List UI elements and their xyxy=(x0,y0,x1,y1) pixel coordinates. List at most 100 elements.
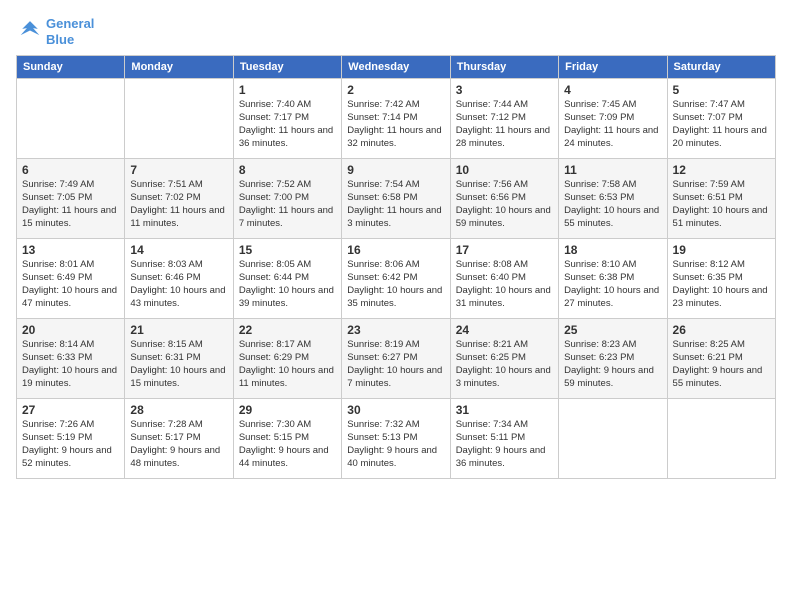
calendar-cell: 21Sunrise: 8:15 AMSunset: 6:31 PMDayligh… xyxy=(125,319,233,399)
day-info: Sunrise: 8:15 AMSunset: 6:31 PMDaylight:… xyxy=(130,339,227,390)
calendar-cell xyxy=(667,399,775,479)
day-info: Sunrise: 8:23 AMSunset: 6:23 PMDaylight:… xyxy=(564,339,661,390)
calendar-cell: 15 Sunrise: 8:05 AMSunset: 6:44 PMDayligh… xyxy=(233,239,341,319)
calendar-week-row: 27Sunrise: 7:26 AMSunset: 5:19 PMDayligh… xyxy=(17,399,776,479)
day-info: Sunrise: 8:01 AMSunset: 6:49 PMDaylight:… xyxy=(22,259,119,310)
day-number: 28 xyxy=(130,403,227,417)
day-number: 10 xyxy=(456,163,553,177)
day-number: 20 xyxy=(22,323,119,337)
calendar-cell: 17 Sunrise: 8:08 AMSunset: 6:40 PMDayligh… xyxy=(450,239,558,319)
day-info: Sunrise: 8:08 AMSunset: 6:40 PMDaylight:… xyxy=(456,259,553,310)
calendar-cell: 30 Sunrise: 7:32 AMSunset: 5:13 PMDayligh… xyxy=(342,399,450,479)
calendar-cell: 31 Sunrise: 7:34 AMSunset: 5:11 PMDayligh… xyxy=(450,399,558,479)
day-info: Sunrise: 7:44 AMSunset: 7:12 PMDaylight:… xyxy=(456,99,553,150)
day-number: 9 xyxy=(347,163,444,177)
day-number: 30 xyxy=(347,403,444,417)
day-number: 19 xyxy=(673,243,770,257)
calendar-cell: 5 Sunrise: 7:47 AMSunset: 7:07 PMDaylight… xyxy=(667,79,775,159)
calendar-table: SundayMondayTuesdayWednesdayThursdayFrid… xyxy=(16,55,776,479)
calendar-cell: 4Sunrise: 7:45 AMSunset: 7:09 PMDaylight… xyxy=(559,79,667,159)
calendar-cell: 14 Sunrise: 8:03 AMSunset: 6:46 PMDayligh… xyxy=(125,239,233,319)
day-info: Sunrise: 7:42 AMSunset: 7:14 PMDaylight:… xyxy=(347,99,444,150)
calendar-cell: 22 Sunrise: 8:17 AMSunset: 6:29 PMDayligh… xyxy=(233,319,341,399)
day-info: Sunrise: 8:05 AMSunset: 6:44 PMDaylight:… xyxy=(239,259,336,310)
day-number: 18 xyxy=(564,243,661,257)
day-number: 29 xyxy=(239,403,336,417)
day-info: Sunrise: 7:47 AMSunset: 7:07 PMDaylight:… xyxy=(673,99,770,150)
day-info: Sunrise: 8:19 AMSunset: 6:27 PMDaylight:… xyxy=(347,339,444,390)
day-number: 4 xyxy=(564,83,661,97)
day-info: Sunrise: 8:14 AMSunset: 6:33 PMDaylight:… xyxy=(22,339,119,390)
day-number: 25 xyxy=(564,323,661,337)
day-number: 6 xyxy=(22,163,119,177)
day-number: 7 xyxy=(130,163,227,177)
day-number: 15 xyxy=(239,243,336,257)
day-number: 11 xyxy=(564,163,661,177)
calendar-cell: 16 Sunrise: 8:06 AMSunset: 6:42 PMDayligh… xyxy=(342,239,450,319)
logo-text: General Blue xyxy=(46,16,94,47)
day-of-week-header: Saturday xyxy=(667,56,775,79)
page-header: General Blue xyxy=(16,16,776,47)
calendar-cell: 12 Sunrise: 7:59 AMSunset: 6:51 PMDayligh… xyxy=(667,159,775,239)
day-of-week-header: Friday xyxy=(559,56,667,79)
calendar-cell: 26 Sunrise: 8:25 AMSunset: 6:21 PMDayligh… xyxy=(667,319,775,399)
day-info: Sunrise: 7:59 AMSunset: 6:51 PMDaylight:… xyxy=(673,179,770,230)
day-number: 1 xyxy=(239,83,336,97)
day-number: 12 xyxy=(673,163,770,177)
calendar-cell: 2Sunrise: 7:42 AMSunset: 7:14 PMDaylight… xyxy=(342,79,450,159)
day-info: Sunrise: 7:51 AMSunset: 7:02 PMDaylight:… xyxy=(130,179,227,230)
calendar-cell: 3 Sunrise: 7:44 AMSunset: 7:12 PMDaylight… xyxy=(450,79,558,159)
logo-icon xyxy=(16,18,44,46)
day-of-week-header: Wednesday xyxy=(342,56,450,79)
day-of-week-header: Monday xyxy=(125,56,233,79)
logo: General Blue xyxy=(16,16,94,47)
calendar-cell: 13 Sunrise: 8:01 AMSunset: 6:49 PMDayligh… xyxy=(17,239,125,319)
day-info: Sunrise: 7:52 AMSunset: 7:00 PMDaylight:… xyxy=(239,179,336,230)
day-info: Sunrise: 8:10 AMSunset: 6:38 PMDaylight:… xyxy=(564,259,661,310)
day-number: 22 xyxy=(239,323,336,337)
day-info: Sunrise: 7:30 AMSunset: 5:15 PMDaylight:… xyxy=(239,419,336,470)
day-info: Sunrise: 7:40 AMSunset: 7:17 PMDaylight:… xyxy=(239,99,336,150)
day-number: 14 xyxy=(130,243,227,257)
day-number: 16 xyxy=(347,243,444,257)
calendar-cell: 24 Sunrise: 8:21 AMSunset: 6:25 PMDayligh… xyxy=(450,319,558,399)
calendar-cell xyxy=(559,399,667,479)
day-info: Sunrise: 7:58 AMSunset: 6:53 PMDaylight:… xyxy=(564,179,661,230)
day-info: Sunrise: 8:21 AMSunset: 6:25 PMDaylight:… xyxy=(456,339,553,390)
day-info: Sunrise: 8:17 AMSunset: 6:29 PMDaylight:… xyxy=(239,339,336,390)
calendar-cell: 19 Sunrise: 8:12 AMSunset: 6:35 PMDayligh… xyxy=(667,239,775,319)
day-info: Sunrise: 7:34 AMSunset: 5:11 PMDaylight:… xyxy=(456,419,553,470)
day-number: 3 xyxy=(456,83,553,97)
day-number: 17 xyxy=(456,243,553,257)
day-info: Sunrise: 7:32 AMSunset: 5:13 PMDaylight:… xyxy=(347,419,444,470)
day-number: 8 xyxy=(239,163,336,177)
calendar-cell: 28 Sunrise: 7:28 AMSunset: 5:17 PMDayligh… xyxy=(125,399,233,479)
day-info: Sunrise: 7:49 AMSunset: 7:05 PMDaylight:… xyxy=(22,179,119,230)
day-info: Sunrise: 8:12 AMSunset: 6:35 PMDaylight:… xyxy=(673,259,770,310)
day-info: Sunrise: 8:06 AMSunset: 6:42 PMDaylight:… xyxy=(347,259,444,310)
day-number: 31 xyxy=(456,403,553,417)
calendar-cell: 27Sunrise: 7:26 AMSunset: 5:19 PMDayligh… xyxy=(17,399,125,479)
day-info: Sunrise: 8:25 AMSunset: 6:21 PMDaylight:… xyxy=(673,339,770,390)
calendar-cell: 20 Sunrise: 8:14 AMSunset: 6:33 PMDayligh… xyxy=(17,319,125,399)
calendar-cell xyxy=(17,79,125,159)
day-number: 26 xyxy=(673,323,770,337)
calendar-cell: 11 Sunrise: 7:58 AMSunset: 6:53 PMDayligh… xyxy=(559,159,667,239)
calendar-week-row: 6 Sunrise: 7:49 AMSunset: 7:05 PMDaylight… xyxy=(17,159,776,239)
day-info: Sunrise: 7:56 AMSunset: 6:56 PMDaylight:… xyxy=(456,179,553,230)
day-number: 13 xyxy=(22,243,119,257)
calendar-cell: 10 Sunrise: 7:56 AMSunset: 6:56 PMDayligh… xyxy=(450,159,558,239)
calendar-week-row: 13 Sunrise: 8:01 AMSunset: 6:49 PMDayligh… xyxy=(17,239,776,319)
calendar-cell: 25 Sunrise: 8:23 AMSunset: 6:23 PMDayligh… xyxy=(559,319,667,399)
calendar-cell: 18 Sunrise: 8:10 AMSunset: 6:38 PMDayligh… xyxy=(559,239,667,319)
calendar-cell: 1 Sunrise: 7:40 AMSunset: 7:17 PMDaylight… xyxy=(233,79,341,159)
calendar-cell: 8 Sunrise: 7:52 AMSunset: 7:00 PMDaylight… xyxy=(233,159,341,239)
day-info: Sunrise: 7:28 AMSunset: 5:17 PMDaylight:… xyxy=(130,419,227,470)
calendar-cell: 29 Sunrise: 7:30 AMSunset: 5:15 PMDayligh… xyxy=(233,399,341,479)
day-info: Sunrise: 7:54 AMSunset: 6:58 PMDaylight:… xyxy=(347,179,444,230)
day-number: 5 xyxy=(673,83,770,97)
day-number: 24 xyxy=(456,323,553,337)
day-number: 23 xyxy=(347,323,444,337)
calendar-week-row: 1 Sunrise: 7:40 AMSunset: 7:17 PMDaylight… xyxy=(17,79,776,159)
day-info: Sunrise: 8:03 AMSunset: 6:46 PMDaylight:… xyxy=(130,259,227,310)
